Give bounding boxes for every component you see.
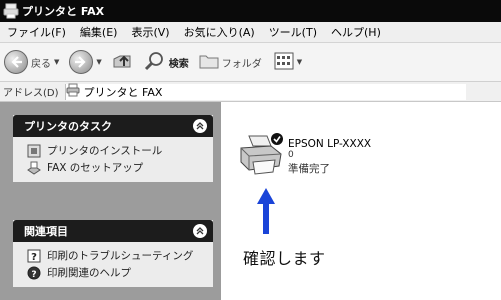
related-body: ? 印刷のトラブルシューティング ? 印刷関連のヘルプ bbox=[13, 242, 213, 287]
menu-edit[interactable]: 編集(E) bbox=[73, 24, 125, 40]
menu-file[interactable]: ファイル(F) bbox=[0, 24, 73, 40]
printer-tasks-header[interactable]: プリンタのタスク bbox=[13, 115, 213, 137]
window-title: プリンタと FAX bbox=[22, 5, 105, 18]
printer-name: EPSON LP-XXXX bbox=[288, 138, 372, 150]
printer-status: 準備完了 bbox=[288, 163, 330, 175]
task-pane: プリンタのタスク プリンタのインストール FAX のセットアップ 関連項目 ? … bbox=[0, 102, 221, 300]
toolbar: 戻る ▼ ▼ 検索 フォルダ ▼ bbox=[0, 43, 501, 82]
printer-tasks-title: プリンタのタスク bbox=[24, 120, 112, 133]
back-label: 戻る bbox=[31, 58, 51, 70]
fax-icon bbox=[27, 161, 41, 175]
printer-folder-icon bbox=[66, 83, 80, 100]
forward-button[interactable]: ▼ bbox=[69, 47, 102, 77]
menu-help[interactable]: ヘルプ(H) bbox=[324, 24, 388, 40]
title-bar: プリンタと FAX bbox=[0, 0, 501, 22]
task-label: 印刷のトラブルシューティング bbox=[47, 250, 194, 262]
menu-view[interactable]: 表示(V) bbox=[124, 24, 176, 40]
printer-folder-icon bbox=[3, 3, 19, 19]
printer-list: EPSON LP-XXXX 0 準備完了 確認します bbox=[221, 102, 501, 300]
menu-tools[interactable]: ツール(T) bbox=[262, 24, 324, 40]
printer-item[interactable] bbox=[239, 132, 285, 179]
task-label: 印刷関連のヘルプ bbox=[47, 267, 131, 279]
printer-install-icon bbox=[27, 144, 41, 158]
printer-tasks-body: プリンタのインストール FAX のセットアップ bbox=[13, 137, 213, 182]
svg-text:?: ? bbox=[31, 270, 36, 280]
address-field[interactable]: プリンタと FAX bbox=[64, 83, 466, 100]
task-fax-setup[interactable]: FAX のセットアップ bbox=[27, 159, 205, 176]
task-install-printer[interactable]: プリンタのインストール bbox=[27, 142, 205, 159]
chevron-down-icon[interactable]: ▼ bbox=[297, 58, 302, 66]
view-button[interactable]: ▼ bbox=[274, 47, 302, 77]
task-label: FAX のセットアップ bbox=[47, 162, 144, 174]
chevron-down-icon[interactable]: ▼ bbox=[54, 58, 59, 66]
folder-icon bbox=[199, 52, 219, 73]
printer-tasks-panel: プリンタのタスク プリンタのインストール FAX のセットアップ bbox=[13, 115, 213, 182]
collapse-chevron-icon[interactable] bbox=[193, 224, 207, 238]
related-header[interactable]: 関連項目 bbox=[13, 220, 213, 242]
address-value: プリンタと FAX bbox=[83, 85, 163, 99]
search-label: 検索 bbox=[168, 58, 189, 70]
menu-favorites[interactable]: お気に入り(A) bbox=[177, 24, 262, 40]
task-print-help[interactable]: ? 印刷関連のヘルプ bbox=[27, 264, 205, 281]
forward-arrow-icon bbox=[69, 50, 94, 74]
folders-label: フォルダ bbox=[221, 58, 262, 70]
related-title: 関連項目 bbox=[24, 225, 68, 238]
up-folder-icon bbox=[112, 51, 132, 74]
callout-arrow bbox=[257, 188, 275, 234]
help-icon: ? bbox=[27, 266, 41, 280]
up-folder-button[interactable] bbox=[112, 47, 132, 77]
address-bar: アドレス(D) プリンタと FAX bbox=[0, 82, 501, 102]
back-arrow-icon bbox=[4, 50, 28, 74]
folders-button[interactable]: フォルダ bbox=[199, 47, 262, 77]
task-label: プリンタのインストール bbox=[47, 145, 163, 157]
search-button[interactable]: 検索 bbox=[144, 47, 189, 77]
task-print-troubleshooting[interactable]: ? 印刷のトラブルシューティング bbox=[27, 247, 205, 264]
callout-text: 確認します bbox=[243, 249, 326, 268]
back-button[interactable]: 戻る ▼ bbox=[4, 47, 59, 77]
address-label: アドレス(D) bbox=[3, 88, 59, 99]
related-panel: 関連項目 ? 印刷のトラブルシューティング ? 印刷関連のヘルプ bbox=[13, 220, 213, 287]
menu-bar: ファイル(F) 編集(E) 表示(V) お気に入り(A) ツール(T) ヘルプ(… bbox=[0, 22, 501, 43]
printer-icon bbox=[240, 133, 283, 175]
collapse-chevron-icon[interactable] bbox=[193, 119, 207, 133]
printer-document-count: 0 bbox=[288, 150, 294, 160]
search-icon bbox=[144, 50, 166, 75]
view-grid-icon bbox=[274, 52, 294, 73]
chevron-down-icon[interactable]: ▼ bbox=[96, 58, 101, 66]
svg-text:?: ? bbox=[31, 252, 37, 263]
help-question-icon: ? bbox=[27, 249, 41, 263]
